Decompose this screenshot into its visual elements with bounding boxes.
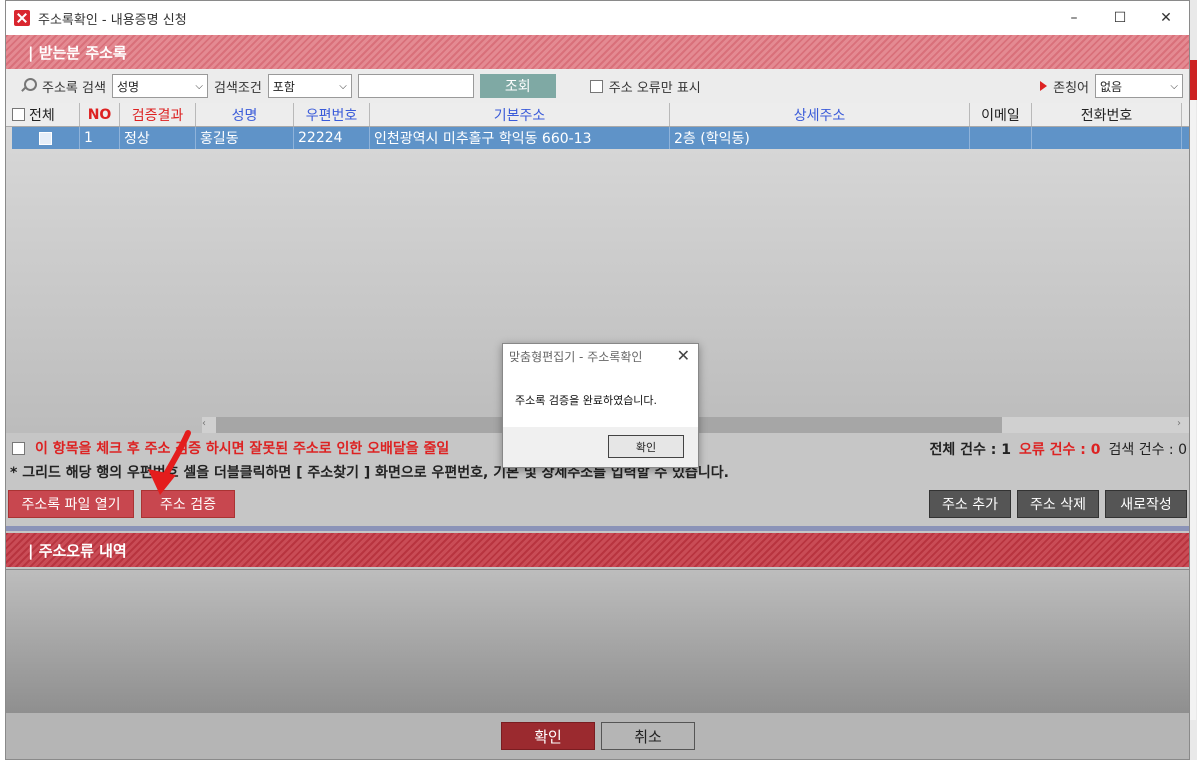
cell-result: 정상 <box>120 127 196 149</box>
window-title: 주소록확인 - 내용증명 신청 <box>38 12 187 28</box>
app-logo-icon <box>14 10 30 26</box>
cell-zip[interactable]: 22224 <box>294 127 370 149</box>
row-checkbox[interactable] <box>39 131 52 145</box>
new-address-book-button[interactable]: 새로작성 <box>1105 490 1187 518</box>
dialog-close-icon[interactable]: ✕ <box>677 346 690 365</box>
dialog-title-bar: 맞춤형편집기 - 주소록확인 ✕ <box>503 344 698 368</box>
search-label: 주소록 검색 <box>42 80 106 96</box>
column-no: NO <box>80 103 120 126</box>
column-name: 성명 <box>196 103 294 126</box>
grid-horizontal-scrollbar[interactable]: ‹ › <box>202 417 1197 433</box>
address-error-panel: | 주소오류 내역 <box>6 533 1189 713</box>
confirm-button[interactable]: 확인 <box>501 722 595 750</box>
chevron-down-icon: ⌵ <box>1170 80 1178 92</box>
delete-address-button[interactable]: 주소 삭제 <box>1017 490 1099 518</box>
search-icon <box>20 78 37 94</box>
footer-bar: 확인 취소 <box>6 713 1189 759</box>
search-input[interactable] <box>357 74 474 98</box>
minimize-button[interactable]: – <box>1051 1 1097 35</box>
error-only-label: 주소 오류만 표시 <box>608 80 701 96</box>
condition-select[interactable]: 포함 ⌵ <box>267 74 352 98</box>
column-select-all[interactable]: 전체 <box>6 103 80 126</box>
triangle-right-icon <box>1040 81 1048 91</box>
address-error-list <box>6 569 1189 713</box>
chevron-down-icon: ⌵ <box>195 80 203 92</box>
column-address: 기본주소 <box>370 103 670 126</box>
cell-address: 인천광역시 미추홀구 학익동 660-13 <box>370 127 670 149</box>
open-address-file-button[interactable]: 주소록 파일 열기 <box>8 490 134 518</box>
table-row[interactable]: 1 정상 홍길동 22224 인천광역시 미추홀구 학익동 660-13 2층 … <box>12 127 1189 149</box>
column-email: 이메일 <box>970 103 1032 126</box>
scroll-right-icon[interactable]: › <box>1177 418 1181 429</box>
column-result: 검증결과 <box>120 103 196 126</box>
row-checkbox-cell[interactable] <box>12 127 80 149</box>
red-arrow-annotation <box>148 430 191 495</box>
error-count: 오류 건수 : 0 <box>1019 442 1101 458</box>
search-count: 검색 건수 : 0 <box>1108 442 1188 458</box>
honorific-label: 존칭어 <box>1053 80 1089 96</box>
cell-name: 홍길동 <box>196 127 294 149</box>
cell-email <box>970 127 1032 149</box>
verify-option-checkbox[interactable] <box>12 441 25 455</box>
cancel-button[interactable]: 취소 <box>601 722 695 750</box>
search-bar: 주소록 검색 성명 ⌵ 검색조건 포함 ⌵ 조회 주소 오류만 표시 존칭어 없… <box>6 69 1189 103</box>
cell-no: 1 <box>80 127 120 149</box>
maximize-button[interactable]: ☐ <box>1097 1 1143 35</box>
column-detail: 상세주소 <box>670 103 970 126</box>
total-count: 전체 건수 : 1 <box>929 442 1012 458</box>
address-error-header: | 주소오류 내역 <box>6 533 1189 567</box>
dialog-ok-button[interactable]: 확인 <box>608 435 684 458</box>
search-field-select[interactable]: 성명 ⌵ <box>111 74 208 98</box>
grid-header: 전체 NO 검증결과 성명 우편번호 기본주소 상세주소 이메일 전화번호 <box>6 103 1189 127</box>
close-button[interactable]: ✕ <box>1143 1 1189 35</box>
column-zip: 우편번호 <box>294 103 370 126</box>
query-button[interactable]: 조회 <box>479 74 556 98</box>
honorific-select[interactable]: 없음 ⌵ <box>1095 74 1183 98</box>
add-address-button[interactable]: 주소 추가 <box>929 490 1011 518</box>
chevron-down-icon: ⌵ <box>339 80 347 92</box>
section-divider <box>6 526 1189 531</box>
condition-label: 검색조건 <box>213 80 262 96</box>
select-all-checkbox[interactable] <box>12 108 25 121</box>
cell-phone <box>1032 127 1182 149</box>
verify-complete-dialog: 맞춤형편집기 - 주소록확인 ✕ 주소록 검증을 완료하였습니다. 확인 <box>502 343 699 468</box>
cell-detail: 2층 (학익동) <box>670 127 970 149</box>
dialog-title: 맞춤형편집기 - 주소록확인 <box>509 349 643 364</box>
column-phone: 전화번호 <box>1032 103 1182 126</box>
dialog-message: 주소록 검증을 완료하였습니다. <box>515 394 658 407</box>
error-only-checkbox[interactable] <box>589 79 603 93</box>
count-summary: 전체 건수 : 1 오류 건수 : 0 검색 건수 : 0 <box>930 439 1187 459</box>
scroll-left-icon[interactable]: ‹ <box>202 418 206 429</box>
title-bar: 주소록확인 - 내용증명 신청 – ☐ ✕ <box>6 1 1189 35</box>
verify-warning-text: 이 항목을 체크 후 주소 검증 하시면 잘못된 주소로 인한 오배달을 줄일 <box>35 441 450 457</box>
recipients-header: | 받는분 주소록 <box>6 35 1189 69</box>
